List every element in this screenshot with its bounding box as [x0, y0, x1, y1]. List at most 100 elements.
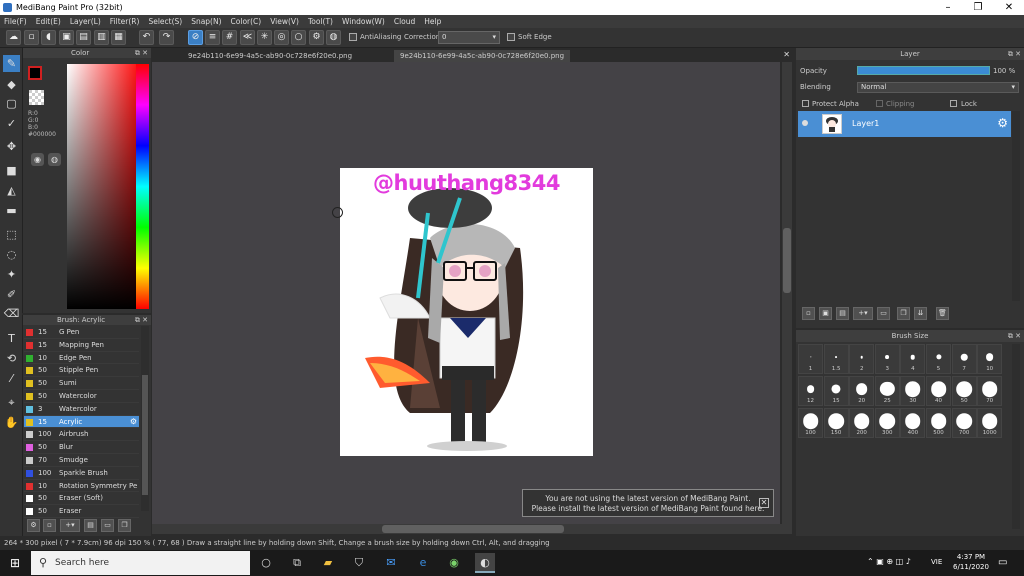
palette-icon[interactable]: ◉ [31, 153, 44, 166]
brush-item[interactable]: 15 G Pen [24, 326, 139, 339]
circle-snap-icon[interactable]: ◎ [274, 30, 289, 45]
brush-item[interactable]: 50 Stipple Pen [24, 364, 139, 378]
maximize-button[interactable]: ❐ [963, 0, 993, 15]
brush-new-icon[interactable]: ▫ [43, 519, 56, 532]
brush-item[interactable]: 3 Watercolor [24, 403, 139, 416]
brush-size-cell[interactable]: 400 [900, 408, 926, 438]
brush-size-cell[interactable]: 300 [874, 408, 900, 438]
undo-icon[interactable]: ↶ [139, 30, 154, 45]
cloud-icon[interactable]: ☁ [6, 30, 21, 45]
hand-tool-icon[interactable]: ✋ [3, 414, 20, 431]
bucket-tool-icon[interactable]: ◭ [3, 182, 20, 199]
brush-size-cell[interactable]: 10 [977, 344, 1003, 374]
brush-size-cell[interactable]: 2 [849, 344, 875, 374]
language-indicator[interactable]: VIE [931, 558, 942, 566]
brush-item[interactable]: 100 Sparkle Brush [24, 467, 139, 480]
menu-color[interactable]: Color(C) [231, 17, 262, 26]
medibang-taskbar-icon[interactable]: ◐ [475, 553, 495, 573]
new-layer-icon[interactable]: ▫ [802, 307, 815, 320]
menu-help[interactable]: Help [424, 17, 441, 26]
brush-tool-icon[interactable]: ✎ [3, 55, 20, 72]
canvas-paper[interactable] [340, 168, 593, 456]
visibility-eye-icon[interactable] [802, 120, 808, 126]
brush-size-cell[interactable]: 100 [798, 408, 823, 438]
comment-icon[interactable]: ◖ [41, 30, 56, 45]
brush-size-cell[interactable]: 7 [951, 344, 977, 374]
brush-size-cell[interactable]: 1000 [977, 408, 1003, 438]
brush-size-cell[interactable]: 70 [977, 376, 1003, 406]
menu-window[interactable]: Window(W) [342, 17, 385, 26]
brush-size-cell[interactable]: 500 [926, 408, 951, 438]
eraser-tool-icon[interactable]: ◆ [3, 76, 20, 93]
layer-scrollbar[interactable] [1012, 111, 1020, 301]
tab-document-2[interactable]: 9e24b110-6e99-4a5c-ab90-0c728e6f20e0.png [394, 50, 571, 62]
brush-size-cell[interactable]: 25 [874, 376, 900, 406]
notification-icon[interactable]: ▭ [998, 557, 1007, 568]
tab-close-icon[interactable]: ✕ [783, 50, 790, 59]
transparent-color-swatch[interactable] [29, 90, 44, 105]
menu-filter[interactable]: Filter(R) [110, 17, 140, 26]
soft-edge-checkbox[interactable] [507, 33, 515, 41]
layer-add-menu-icon[interactable]: +▾ [853, 307, 873, 320]
curve-snap-icon[interactable]: ○ [291, 30, 306, 45]
canvas-vertical-scroll-thumb[interactable] [783, 228, 791, 293]
menu-cloud[interactable]: Cloud [394, 17, 415, 26]
brush-settings-gear-icon[interactable]: ⚙ [130, 416, 137, 428]
grid-icon[interactable]: ▦ [111, 30, 126, 45]
brush-size-cell[interactable]: 5 [926, 344, 951, 374]
minimize-button[interactable]: – [933, 0, 963, 15]
close-button[interactable]: ✕ [994, 0, 1024, 15]
brush-size-cell[interactable]: 150 [823, 408, 849, 438]
brush-item[interactable]: 50 Sumi [24, 377, 139, 390]
brush-size-cell[interactable]: 12 [798, 376, 823, 406]
opacity-slider[interactable] [857, 66, 990, 75]
brush-copy-icon[interactable]: ▤ [84, 519, 97, 532]
hue-slider[interactable] [136, 64, 149, 309]
taskbar-search-box[interactable]: ⚲ Search here [31, 551, 250, 575]
brush-item[interactable]: 70 Smudge [24, 454, 139, 467]
eyedropper-icon[interactable]: ⌖ [3, 394, 20, 411]
brush-size-cell[interactable]: 200 [849, 408, 875, 438]
antialiasing-checkbox[interactable] [349, 33, 357, 41]
brush-item[interactable]: 15 Mapping Pen [24, 339, 139, 352]
brush-size-cell[interactable]: 4 [900, 344, 926, 374]
brush-size-cell[interactable]: 1.5 [823, 344, 849, 374]
new-8bit-layer-icon[interactable]: ▤ [836, 307, 849, 320]
brush-size-cell[interactable]: 15 [823, 376, 849, 406]
color-picker-icon[interactable]: ◍ [48, 153, 61, 166]
blending-select[interactable]: Normal ▾ [857, 82, 1019, 93]
brush-add-icon[interactable]: +▾ [60, 519, 80, 532]
panel-close-icon[interactable]: ⧉ ✕ [135, 48, 148, 58]
vanishing-snap-icon[interactable]: ≪ [240, 30, 255, 45]
brush-item[interactable]: 15 Acrylic ⚙ [24, 415, 139, 429]
brush-scroll-thumb[interactable] [142, 375, 148, 495]
correction-select[interactable]: 0 ▾ [438, 31, 500, 44]
brush-size-cell[interactable]: 50 [951, 376, 977, 406]
divide-tool-icon[interactable]: ⁄ [3, 370, 20, 387]
brush-size-cell[interactable]: 1 [798, 344, 823, 374]
windows-start-icon[interactable]: ⊞ [0, 550, 30, 576]
tab-document-1[interactable]: 9e24b110-6e99-4a5c-ab90-0c728e6f20e0.png [182, 50, 358, 62]
settings-snap-icon[interactable]: ⚙ [309, 30, 324, 45]
save-icon[interactable]: ▣ [59, 30, 74, 45]
redo-icon[interactable]: ↷ [159, 30, 174, 45]
protect-alpha-checkbox[interactable] [802, 100, 809, 107]
notice-close-icon[interactable]: ✕ [759, 498, 769, 508]
menu-tool[interactable]: Tool(T) [308, 17, 333, 26]
page-icon[interactable]: ▤ [76, 30, 91, 45]
select-pen-icon[interactable]: ✓ [3, 115, 20, 132]
brush-item[interactable]: 10 Edge Pen [24, 352, 139, 365]
select-rect-icon[interactable]: ⬚ [3, 226, 20, 243]
menu-snap[interactable]: Snap(N) [191, 17, 221, 26]
chrome-icon[interactable]: ◉ [444, 553, 464, 573]
cross-snap-icon[interactable]: # [222, 30, 237, 45]
brush-size-cell[interactable]: 40 [926, 376, 951, 406]
panel-close-icon[interactable]: ⧉ ✕ [1008, 330, 1021, 342]
clipping-checkbox[interactable] [876, 100, 883, 107]
merge-layer-icon[interactable]: ⇊ [914, 307, 927, 320]
magic-wand-icon[interactable]: ✦ [3, 266, 20, 283]
delete-layer-icon[interactable]: 🗑 [936, 307, 949, 320]
select-pen2-icon[interactable]: ✐ [3, 286, 20, 303]
select-eraser-icon[interactable]: ⌫ [3, 305, 20, 322]
new-halftone-layer-icon[interactable]: ▣ [819, 307, 832, 320]
